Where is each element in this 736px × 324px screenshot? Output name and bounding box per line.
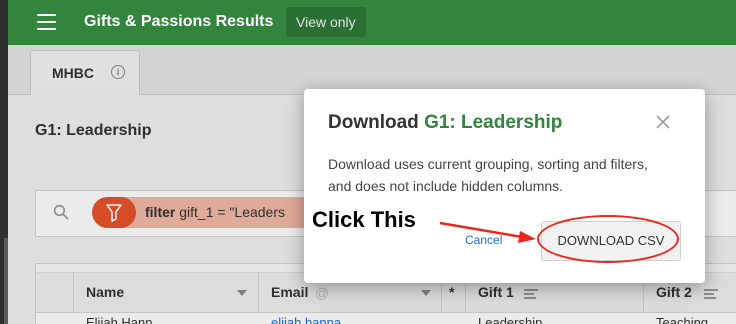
dialog-title-prefix: Download (328, 112, 425, 133)
view-only-badge: View only (286, 7, 366, 37)
app-title: Gifts & Passions Results (84, 13, 274, 30)
dialog-title: Download G1: Leadership (328, 112, 562, 134)
left-window-strip (0, 0, 8, 324)
annotation-label: Click This (312, 207, 416, 232)
dialog-body-text: Download uses current grouping, sorting … (328, 156, 648, 194)
top-app-bar: Gifts & Passions Results View only (8, 0, 736, 45)
cancel-button[interactable]: Cancel (465, 233, 502, 247)
dialog-title-accent: G1: Leadership (424, 112, 563, 133)
download-dialog: Download G1: Leadership Download uses cu… (304, 89, 705, 283)
close-icon[interactable] (654, 113, 672, 131)
annotation-circle (537, 215, 679, 263)
app-window: Gifts & Passions Results View only MHBC … (8, 0, 736, 324)
hamburger-menu-icon[interactable] (37, 14, 56, 30)
